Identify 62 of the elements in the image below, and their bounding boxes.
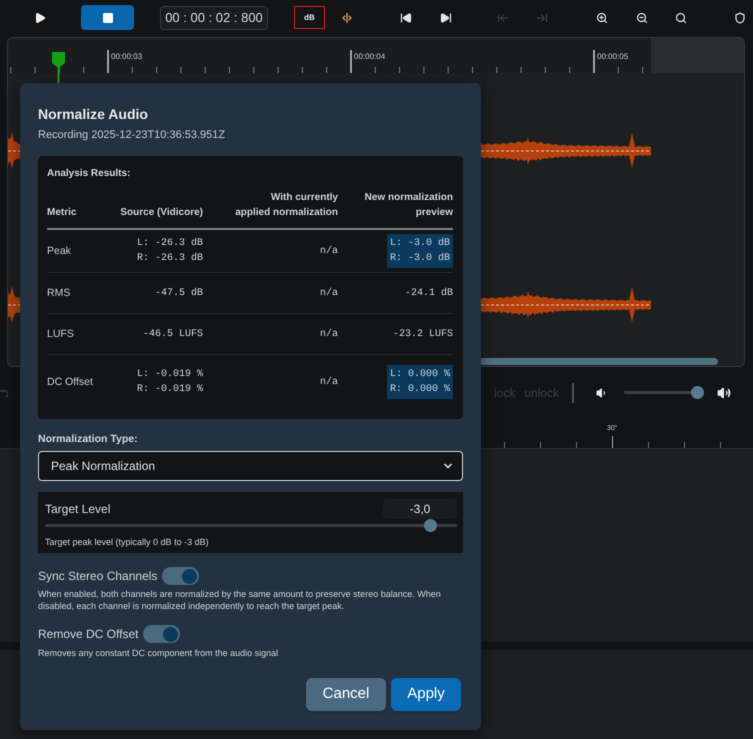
- option-description: When enabled, both channels are normalized by the same amount to preserve stereo balance. When disabled, each channel is normalized independently to reach the target peak.: [38, 588, 442, 612]
- option-description: Removes any constant DC component from the audio signal: [38, 647, 280, 659]
- table-cell-text: n/a: [320, 328, 338, 342]
- option-label: Sync Stereo Channels: [38, 568, 158, 585]
- section-heading: Analysis Results:: [47, 167, 132, 180]
- arrow-to-line-icon: [536, 12, 548, 24]
- scrollbar-thumb[interactable]: [479, 358, 718, 365]
- db-button[interactable]: dB: [294, 6, 325, 29]
- column-header: Source (Vidicore): [120, 206, 203, 220]
- dialog-subtitle: Recording 2025-12-23T10:36:53.951Z: [38, 128, 226, 142]
- zoom-in-icon: [596, 12, 608, 24]
- preview-value: L: 0.000 % R: 0.000 %: [386, 365, 453, 399]
- table-cell-text: -24.1 dB: [404, 286, 453, 300]
- metric-name: LUFS: [47, 327, 75, 341]
- option-label: Remove DC Offset: [38, 626, 138, 643]
- hint-text: Target peak level (typically 0 dB to -3 dB): [45, 536, 210, 548]
- number-field[interactable]: -3,0: [383, 499, 457, 519]
- time-display: 00 : 00 : 02 : 800: [160, 6, 268, 30]
- column-header: Metric: [47, 206, 76, 220]
- apply-button[interactable]: Apply: [391, 678, 461, 711]
- time-label: 00:00:05: [597, 52, 628, 62]
- slider-thumb[interactable]: [424, 519, 438, 532]
- field-label: Target Level: [45, 501, 110, 517]
- slider-track[interactable]: [45, 519, 457, 532]
- table-cell-text: L: -0.019 % R: -0.019 %: [136, 368, 203, 397]
- table-cell-text: -47.5 dB: [154, 286, 203, 300]
- time-label: 00:00:03: [111, 52, 142, 62]
- time-label: 00:00:04: [354, 52, 386, 62]
- dialog-title: Normalize Audio: [38, 105, 149, 123]
- playhead-marker: [52, 52, 65, 83]
- waveform: [8, 131, 20, 171]
- column-header: New normalization preview: [364, 191, 453, 220]
- preview-value: L: -3.0 dB R: -3.0 dB: [386, 234, 453, 268]
- stop-button[interactable]: [81, 5, 134, 30]
- toggle-switch[interactable]: [143, 625, 180, 643]
- table-cell-text: n/a: [320, 286, 338, 300]
- speaker-loud-icon: [717, 386, 732, 400]
- metric-name: Peak: [47, 244, 72, 258]
- waveform: [8, 285, 20, 325]
- cancel-button[interactable]: Cancel: [306, 678, 386, 711]
- play-icon: [34, 12, 46, 24]
- stop-icon: [102, 12, 114, 24]
- table-cell-text: -23.2 LUFS: [392, 328, 453, 342]
- normalization-type-select[interactable]: Peak Normalization: [38, 451, 463, 481]
- table-cell-text: -46.5 LUFS: [142, 328, 203, 342]
- search-icon: [675, 12, 687, 24]
- slider-thumb[interactable]: [691, 386, 704, 399]
- skip-back-icon: [400, 12, 412, 24]
- table-cell-text: L: -26.3 dB R: -26.3 dB: [136, 236, 203, 266]
- skip-forward-icon: [440, 12, 452, 24]
- metric-name: DC Offset: [47, 375, 94, 389]
- field-label: Normalization Type:: [38, 432, 139, 446]
- arrow-to-line-icon: [497, 12, 509, 24]
- split-icon: [341, 12, 353, 24]
- metric-name: RMS: [47, 286, 72, 300]
- column-header: With currently applied normalization: [234, 191, 338, 220]
- table-cell-text: n/a: [320, 376, 338, 390]
- table-cell-text: n/a: [320, 244, 338, 258]
- zoom-out-icon: [636, 12, 648, 24]
- slider-track[interactable]: [624, 386, 704, 399]
- toggle-switch[interactable]: [162, 567, 200, 585]
- shield-icon: [734, 12, 746, 24]
